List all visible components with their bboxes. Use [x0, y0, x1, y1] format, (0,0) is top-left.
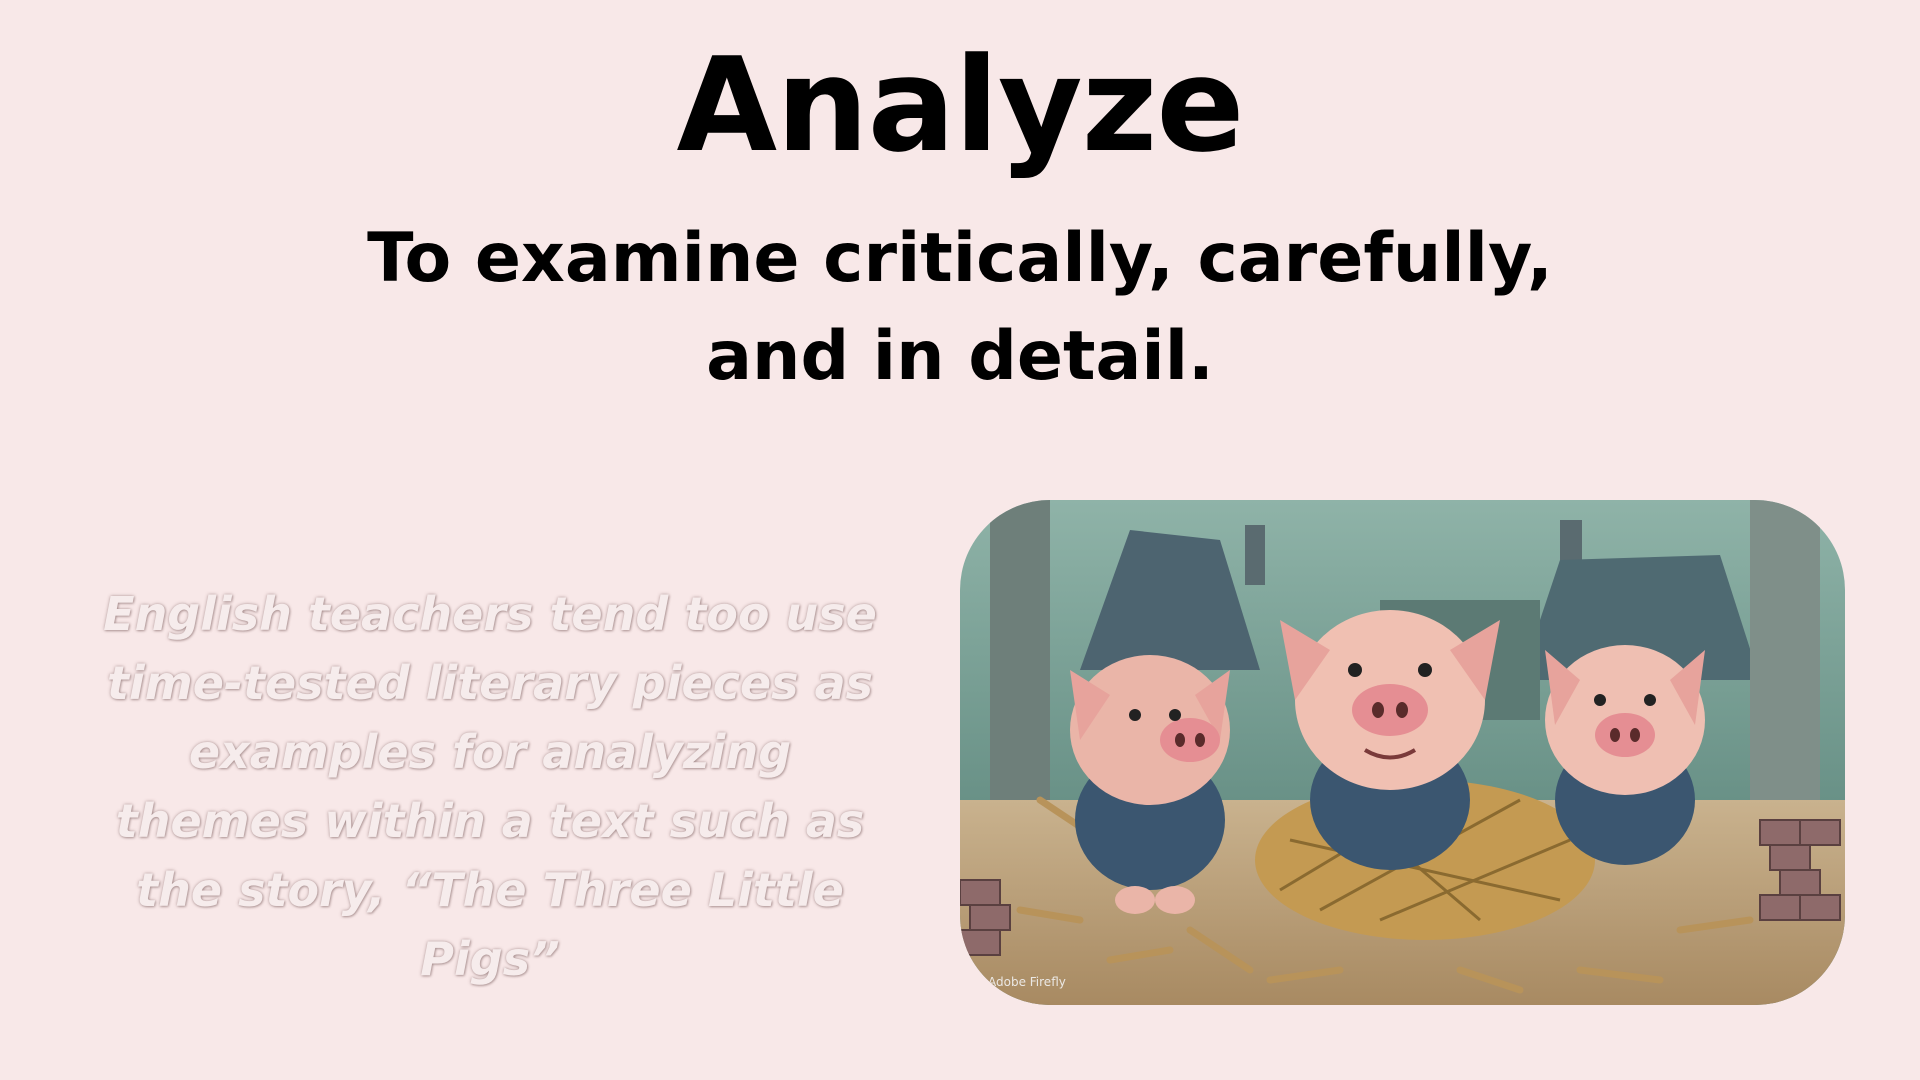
body-paragraph: English teachers tend too use time-teste…: [103, 587, 877, 986]
definition-text: To examine critically, carefully, and in…: [367, 219, 1553, 396]
illustration-watermark: Adobe Firefly: [988, 975, 1066, 989]
illustration-artwork: [960, 500, 1845, 1005]
slide-title: Analyze: [676, 29, 1244, 181]
three-pigs-illustration: Adobe Firefly: [960, 500, 1845, 1005]
